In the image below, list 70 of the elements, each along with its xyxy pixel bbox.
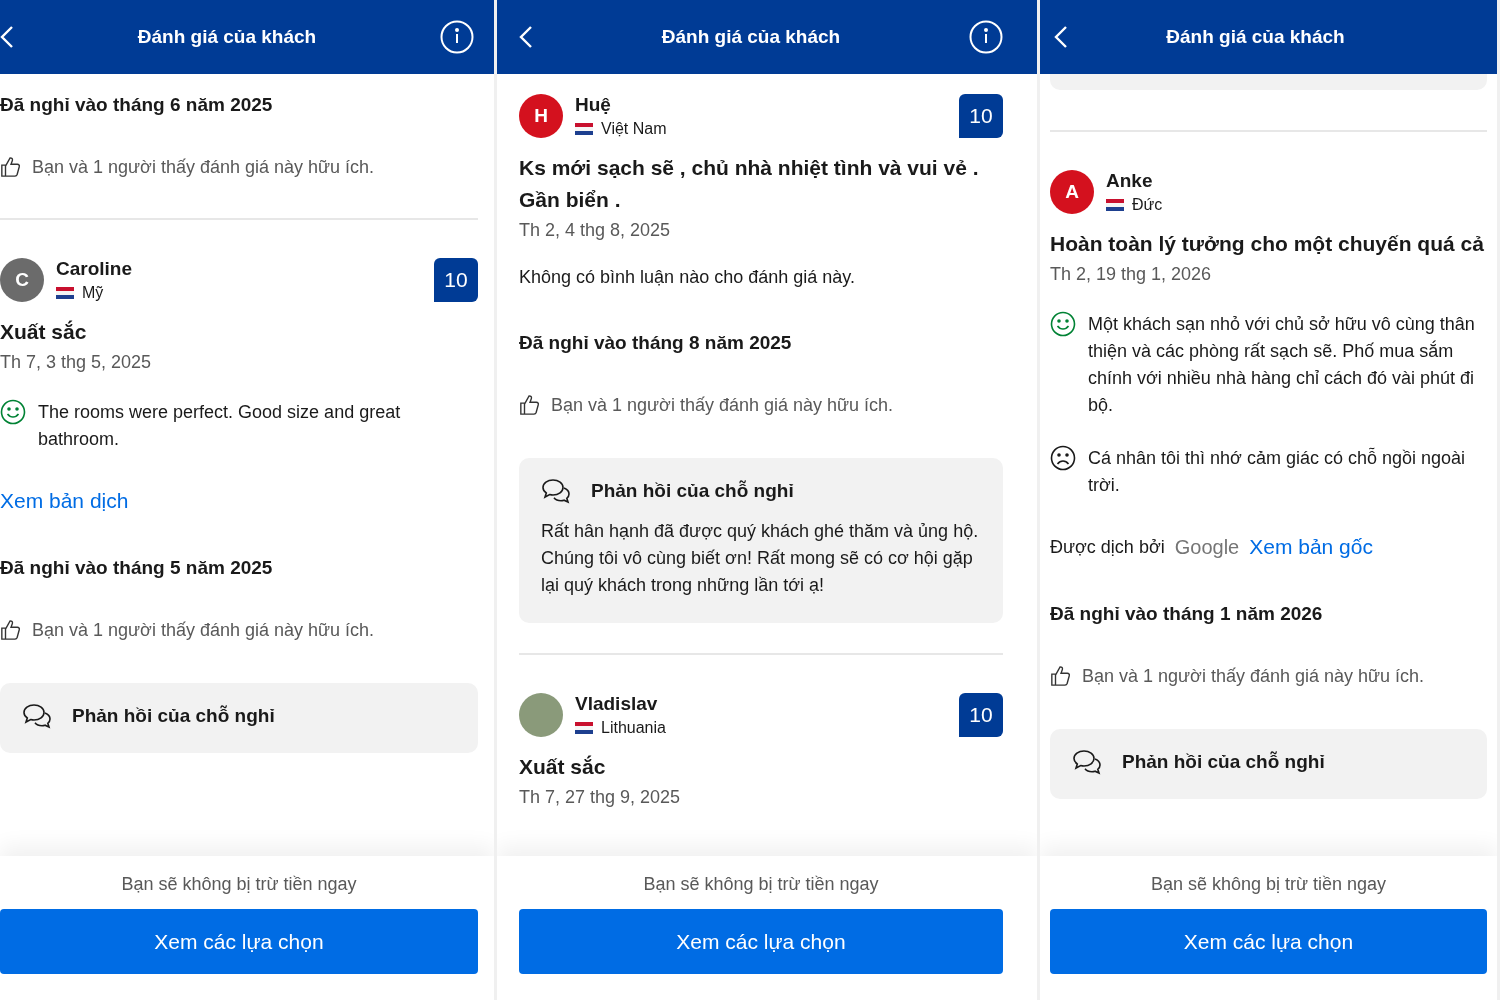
review-date: Th 7, 3 thg 5, 2025 [0,352,153,373]
reviewer-name: Caroline [56,258,134,280]
info-icon[interactable] [969,20,1003,54]
reviewer-name: Huệ [575,94,612,116]
avatar: H [519,94,563,138]
sad-face-icon [1050,445,1076,471]
reviewer-name: Anke [1106,170,1154,192]
chat-bubbles-icon [541,478,571,504]
helpful-count-text: Bạn và 1 người thấy đánh giá này hữu ích. [32,619,375,641]
response-title: Phản hồi của chỗ nghỉ [591,480,794,502]
back-icon[interactable] [0,25,14,49]
see-options-button[interactable]: Xem các lựa chọn [519,909,1003,974]
review-title: Xuất sắc [519,754,607,780]
reviewer-country: Việt Nam [601,120,667,138]
review-comment: Một khách sạn nhỏ với chủ sở hữu vô cùng thân thiện và các phòng rất sạch sẽ. Phố mua sắm chính với nhiều nhà hàng chỉ cách đó vài phút đi bộ. [1088,313,1476,417]
translated-by-text: Được dịch bởi [1050,536,1165,558]
avatar: C [0,258,44,302]
review-comment: Cá nhân tôi thì nhớ cảm giác có chỗ ngồi ngoài trời. [1088,446,1467,497]
payment-note: Bạn sẽ không bị trừ tiền ngay [642,874,880,895]
review-title: Xuất sắc [0,319,88,345]
flag-icon [575,722,593,734]
reviewer-name: Vladislav [575,693,659,715]
response-title: Phản hồi của chỗ nghỉ [1122,751,1325,773]
back-icon[interactable] [519,25,533,49]
helpful-count-text: Bạn và 1 người thấy đánh giá này hữu ích. [551,394,894,416]
stay-date: Đã nghỉ vào tháng 5 năm 2025 [0,557,274,579]
no-comment-text: Không có bình luận nào cho đánh giá này. [519,267,856,288]
stay-date: Đã nghỉ vào tháng 6 năm 2025 [0,94,274,116]
stay-date: Đã nghỉ vào tháng 1 năm 2026 [1050,603,1324,625]
review-title: Hoàn toàn lý tưởng cho một chuyến quá cả [1050,231,1485,257]
response-title: Phản hồi của chỗ nghỉ [72,705,275,727]
smiley-face-icon [0,399,26,425]
chat-bubbles-icon [22,703,52,729]
score-badge: 10 [959,94,1003,138]
score-badge: 10 [959,693,1003,737]
review-date: Th 2, 19 thg 1, 2026 [1050,264,1213,285]
reviewer-country: Mỹ [82,284,104,302]
back-icon[interactable] [1054,25,1068,49]
flag-icon [56,287,74,299]
score-badge: 10 [434,258,478,302]
page-title: Đánh giá của khách [1166,26,1345,48]
payment-note: Bạn sẽ không bị trừ tiền ngay [120,874,358,895]
reviewer-country: Đức [1132,196,1163,214]
see-options-button[interactable]: Xem các lựa chọn [0,909,478,974]
smiley-face-icon [1050,311,1076,337]
show-original-link[interactable]: Xem bản gốc [1249,535,1373,559]
thumbs-up-icon[interactable] [519,394,541,416]
reviewer-country: Lithuania [601,719,666,737]
response-text: Rất hân hạnh đã được quý khách ghé thăm và ủng hộ. Chúng tôi vô cùng biết ơn! Rất mong sẽ có cơ hội gặp lại quý khách trong những lần tới ạ! [541,520,980,597]
page-title: Đánh giá của khách [137,26,317,48]
chat-bubbles-icon [1072,749,1102,775]
stay-date: Đã nghỉ vào tháng 8 năm 2025 [519,332,793,354]
thumbs-up-icon[interactable] [0,156,22,178]
page-title: Đánh giá của khách [661,26,841,48]
review-date: Th 7, 27 thg 9, 2025 [519,787,682,808]
helpful-count-text: Bạn và 1 người thấy đánh giá này hữu ích. [1082,665,1425,687]
thumbs-up-icon[interactable] [0,619,22,641]
translator-logo: Google [1174,535,1240,559]
see-options-button[interactable]: Xem các lựa chọn [1050,909,1487,974]
flag-icon [1106,199,1124,211]
thumbs-up-icon[interactable] [1050,665,1072,687]
translate-link[interactable]: Xem bản dịch [0,489,478,513]
review-title: Ks mới sạch sẽ , chủ nhà nhiệt tình và vui vẻ . Gần biển . [519,155,980,213]
helpful-count-text: Bạn và 1 người thấy đánh giá này hữu ích. [32,156,375,178]
avatar: A [1050,170,1094,214]
flag-icon [575,123,593,135]
review-comment: The rooms were perfect. Good size and great bathroom. [38,401,402,451]
payment-note: Bạn sẽ không bị trừ tiền ngay [1149,874,1388,895]
info-icon[interactable] [440,20,474,54]
review-date: Th 2, 4 thg 8, 2025 [519,220,672,241]
